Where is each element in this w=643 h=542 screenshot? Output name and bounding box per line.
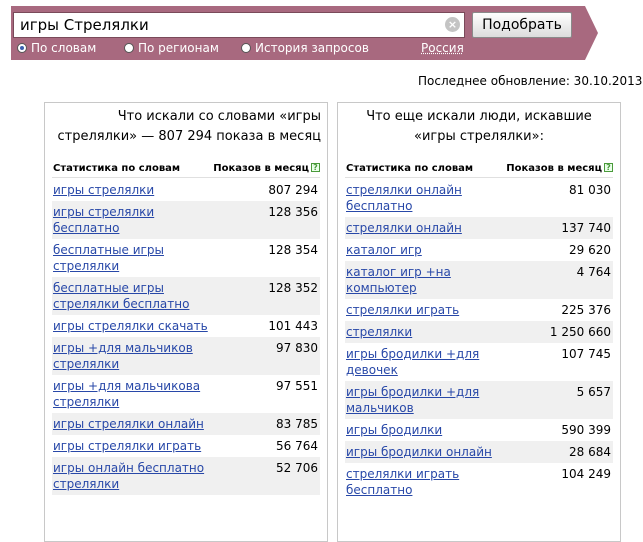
impressions-count: 807 294 xyxy=(268,183,318,197)
impressions-count: 137 740 xyxy=(561,221,611,235)
column-query-label: Статистика по словам xyxy=(53,163,181,174)
query-link[interactable]: игры +для мальчиков стрелялки xyxy=(52,340,212,372)
query-link[interactable]: стрелялки xyxy=(345,324,505,340)
left-column-header: Статистика по словам Показов в месяц? xyxy=(52,162,320,178)
query-link[interactable]: игры онлайн бесплатно стрелялки xyxy=(52,460,212,492)
impressions-count: 128 356 xyxy=(268,205,318,219)
table-row: стрелялки 1 250 660 xyxy=(345,321,613,343)
column-count-text: Показов в месяц xyxy=(213,163,309,174)
impressions-count: 97 551 xyxy=(276,379,318,393)
column-count-label: Показов в месяц? xyxy=(213,163,320,174)
help-icon[interactable]: ? xyxy=(311,163,320,172)
table-row: игры онлайн бесплатно стрелялки 52 706 xyxy=(52,457,320,495)
help-icon[interactable]: ? xyxy=(604,163,613,172)
impressions-count: 29 620 xyxy=(569,243,611,257)
query-link[interactable]: бесплатные игры стрелялки xyxy=(52,242,212,274)
table-row: стрелялки играть 225 376 xyxy=(345,299,613,321)
query-link[interactable]: стрелялки онлайн бесплатно xyxy=(345,182,505,214)
query-link[interactable]: стрелялки онлайн xyxy=(345,220,505,236)
table-row: бесплатные игры стрелялки бесплатно 128 3… xyxy=(52,277,320,315)
radio-checked-icon[interactable] xyxy=(17,43,27,53)
impressions-count: 5 657 xyxy=(576,385,611,399)
last-update-text: Последнее обновление: 30.10.2013 xyxy=(418,74,643,88)
impressions-count: 101 443 xyxy=(268,319,318,333)
left-rows: игры стрелялки 807 294 игры стрелялки бесп… xyxy=(52,179,320,495)
radio-unchecked-icon[interactable] xyxy=(241,43,251,53)
left-panel: Что искали со словами «игры стрелялки» —… xyxy=(44,102,328,542)
column-query-label: Статистика по словам xyxy=(346,163,474,174)
right-panel: Что еще искали люди, искавшие «игры стре… xyxy=(337,102,621,542)
impressions-count: 81 030 xyxy=(569,183,611,197)
table-row: игры стрелялки скачать 101 443 xyxy=(52,315,320,337)
query-link[interactable]: игры бродилки xyxy=(345,422,505,438)
right-rows: стрелялки онлайн бесплатно 81 030 стрелялк… xyxy=(345,179,613,501)
query-link[interactable]: каталог игр +на компьютер xyxy=(345,264,505,296)
table-row: игры стрелялки онлайн 83 785 xyxy=(52,413,320,435)
right-column-header: Статистика по словам Показов в месяц? xyxy=(345,162,613,178)
table-row: бесплатные игры стрелялки 128 354 xyxy=(52,239,320,277)
impressions-count: 128 354 xyxy=(268,243,318,257)
radio-by-words-label: По словам xyxy=(31,41,97,55)
query-link[interactable]: игры стрелялки играть xyxy=(52,438,212,454)
table-row: стрелялки онлайн бесплатно 81 030 xyxy=(345,179,613,217)
query-link[interactable]: игры бродилки +для девочек xyxy=(345,346,505,378)
query-link[interactable]: игры стрелялки онлайн xyxy=(52,416,212,432)
radio-by-regions[interactable]: По регионам xyxy=(124,41,219,55)
impressions-count: 225 376 xyxy=(561,303,611,317)
table-row: игры бродилки +для девочек 107 745 xyxy=(345,343,613,381)
impressions-count: 28 684 xyxy=(569,445,611,459)
query-link[interactable]: игры бродилки +для мальчиков xyxy=(345,384,505,416)
impressions-count: 1 250 660 xyxy=(549,325,611,339)
radio-history-label: История запросов xyxy=(255,41,369,55)
radio-history[interactable]: История запросов xyxy=(241,41,369,55)
left-panel-title: Что искали со словами «игры стрелялки» —… xyxy=(57,109,321,144)
table-row: игры стрелялки играть 56 764 xyxy=(52,435,320,457)
query-link[interactable]: игры стрелялки xyxy=(52,182,212,198)
table-row: каталог игр 29 620 xyxy=(345,239,613,261)
table-row: стрелялки играть бесплатно 104 249 xyxy=(345,463,613,501)
query-link[interactable]: игры стрелялки бесплатно xyxy=(52,204,212,236)
impressions-count: 97 830 xyxy=(276,341,318,355)
impressions-count: 128 352 xyxy=(268,281,318,295)
region-link[interactable]: Россия xyxy=(421,41,464,55)
table-row: игры бродилки онлайн 28 684 xyxy=(345,441,613,463)
impressions-count: 56 764 xyxy=(276,439,318,453)
impressions-count: 4 764 xyxy=(576,265,611,279)
query-link[interactable]: каталог игр xyxy=(345,242,505,258)
query-link[interactable]: игры бродилки онлайн xyxy=(345,444,505,460)
impressions-count: 107 745 xyxy=(561,347,611,361)
table-row: игры +для мальчиков стрелялки 97 830 xyxy=(52,337,320,375)
clear-icon[interactable]: × xyxy=(445,17,460,32)
submit-button[interactable]: Подобрать xyxy=(472,12,572,38)
table-row: игры стрелялки 807 294 xyxy=(52,179,320,201)
radio-unchecked-icon[interactable] xyxy=(124,43,134,53)
table-row: игры бродилки +для мальчиков 5 657 xyxy=(345,381,613,419)
impressions-count: 104 249 xyxy=(561,467,611,481)
query-link[interactable]: стрелялки играть бесплатно xyxy=(345,466,505,498)
query-link[interactable]: игры +для мальчикова стрелялки xyxy=(52,378,212,410)
table-row: стрелялки онлайн 137 740 xyxy=(345,217,613,239)
table-row: игры бродилки 590 399 xyxy=(345,419,613,441)
query-link[interactable]: бесплатные игры стрелялки бесплатно xyxy=(52,280,212,312)
band-arrow-decoration xyxy=(585,6,598,60)
radio-by-words[interactable]: По словам xyxy=(17,41,96,55)
table-row: игры +для мальчикова стрелялки 97 551 xyxy=(52,375,320,413)
table-row: игры стрелялки бесплатно 128 356 xyxy=(52,201,320,239)
column-count-text: Показов в месяц xyxy=(506,163,602,174)
impressions-count: 590 399 xyxy=(561,423,611,437)
table-row: каталог игр +на компьютер 4 764 xyxy=(345,261,613,299)
impressions-count: 52 706 xyxy=(276,461,318,475)
impressions-count: 83 785 xyxy=(276,417,318,431)
query-link[interactable]: стрелялки играть xyxy=(345,302,505,318)
column-count-label: Показов в месяц? xyxy=(506,163,613,174)
search-input[interactable]: игры Стрелялки xyxy=(13,12,465,38)
query-link[interactable]: игры стрелялки скачать xyxy=(52,318,212,334)
radio-by-regions-label: По регионам xyxy=(138,41,219,55)
right-panel-title: Что еще искали люди, искавшие «игры стре… xyxy=(366,109,592,144)
